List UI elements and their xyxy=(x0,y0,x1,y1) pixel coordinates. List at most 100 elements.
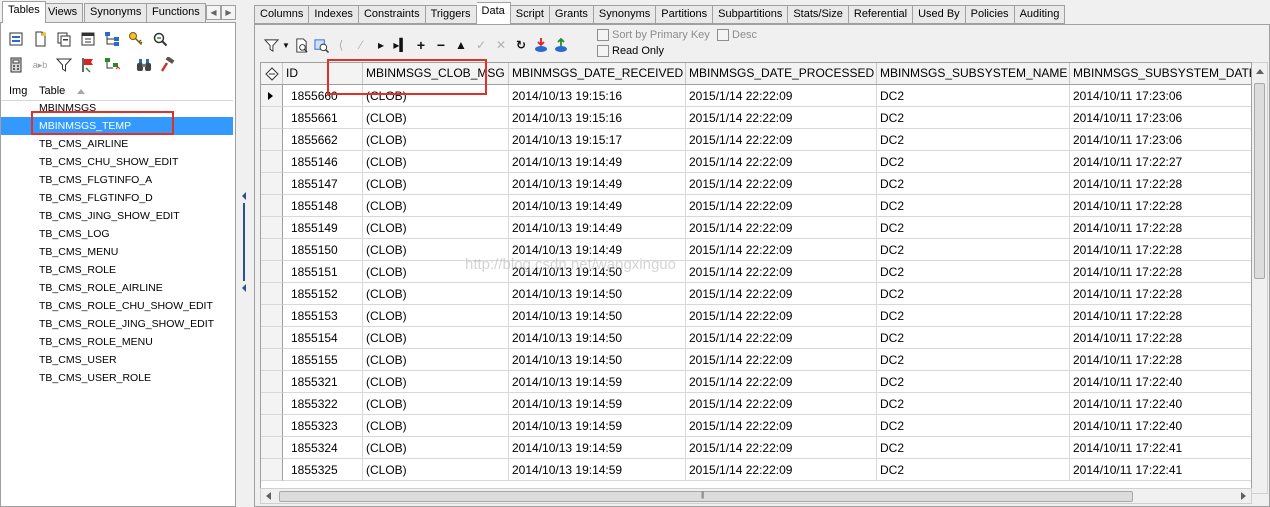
grid-cell[interactable]: (CLOB) xyxy=(363,371,509,393)
grid-cell[interactable]: 1855152 xyxy=(283,283,363,305)
grid-cell[interactable]: 1855149 xyxy=(283,217,363,239)
grid-cell[interactable]: 2015/1/14 22:22:09 xyxy=(686,327,877,349)
grid-cell[interactable]: 2015/1/14 22:22:09 xyxy=(686,195,877,217)
filter-dropdown-icon[interactable]: ▼ xyxy=(281,34,291,56)
table-row[interactable]: 1855322 (CLOB) 2014/10/13 19:14:59 2015/1/1… xyxy=(261,393,1251,415)
grid-cell[interactable]: 2015/1/14 22:22:09 xyxy=(686,371,877,393)
grid-cell[interactable]: 2015/1/14 22:22:09 xyxy=(686,459,877,481)
filter-icon[interactable] xyxy=(261,34,281,56)
grid-cell[interactable]: 2014/10/11 17:22:40 xyxy=(1070,415,1251,437)
row-indicator[interactable] xyxy=(261,371,283,393)
scroll-up-icon[interactable] xyxy=(1256,69,1264,74)
first-record-icon[interactable]: ⟨ xyxy=(331,34,351,56)
column-header-mbinmsgs-subsystem-date-se[interactable]: MBINMSGS_SUBSYSTEM_DATE_SE xyxy=(1070,63,1251,84)
grid-cell[interactable]: 2015/1/14 22:22:09 xyxy=(686,349,877,371)
grid-cell[interactable]: DC2 xyxy=(877,129,1070,151)
horizontal-scroll-thumb[interactable] xyxy=(279,491,1133,502)
grid-cell[interactable]: DC2 xyxy=(877,415,1070,437)
row-indicator[interactable] xyxy=(261,459,283,481)
table-row[interactable]: 1855154 (CLOB) 2014/10/13 19:14:50 2015/1/1… xyxy=(261,327,1251,349)
grid-cell[interactable]: 2014/10/11 17:23:06 xyxy=(1070,129,1251,151)
grid-cell[interactable]: (CLOB) xyxy=(363,239,509,261)
grid-cell[interactable]: 1855154 xyxy=(283,327,363,349)
grid-cell[interactable]: (CLOB) xyxy=(363,437,509,459)
grid-cell[interactable]: DC2 xyxy=(877,327,1070,349)
row-indicator[interactable] xyxy=(261,107,283,129)
grid-cell[interactable]: (CLOB) xyxy=(363,459,509,481)
row-indicator[interactable] xyxy=(261,85,283,107)
grid-cell[interactable]: DC2 xyxy=(877,283,1070,305)
refresh-tree-icon[interactable] xyxy=(101,54,123,76)
row-indicator[interactable] xyxy=(261,261,283,283)
desc-checkbox[interactable]: Desc xyxy=(717,29,757,41)
grid-cell[interactable]: DC2 xyxy=(877,305,1070,327)
grid-cell[interactable]: 2014/10/13 19:14:49 xyxy=(509,217,686,239)
grid-cell[interactable]: DC2 xyxy=(877,261,1070,283)
edit-record-icon[interactable]: ▲ xyxy=(451,34,471,56)
copy-table-icon[interactable] xyxy=(53,28,75,50)
grid-cell[interactable]: 2014/10/13 19:14:50 xyxy=(509,349,686,371)
calculator-icon[interactable] xyxy=(5,54,27,76)
grid-cell[interactable]: DC2 xyxy=(877,173,1070,195)
grid-cell[interactable]: (CLOB) xyxy=(363,349,509,371)
insert-record-icon[interactable]: + xyxy=(411,34,431,56)
hammer-icon[interactable] xyxy=(157,54,179,76)
grid-cell[interactable]: 1855148 xyxy=(283,195,363,217)
column-header-mbinmsgs-date-received[interactable]: MBINMSGS_DATE_RECEIVED xyxy=(509,63,686,84)
tab-indexes[interactable]: Indexes xyxy=(309,5,359,24)
grid-cell[interactable]: 2015/1/14 22:22:09 xyxy=(686,173,877,195)
table-list-item[interactable]: TB_CMS_CHU_SHOW_EDIT xyxy=(1,153,233,171)
grid-cell[interactable]: (CLOB) xyxy=(363,173,509,195)
grid-cell[interactable]: 2014/10/11 17:22:40 xyxy=(1070,371,1251,393)
grid-cell[interactable]: (CLOB) xyxy=(363,327,509,349)
table-list-item[interactable]: TB_CMS_FLGTINFO_D xyxy=(1,189,233,207)
post-edit-icon[interactable]: ✓ xyxy=(471,34,491,56)
grid-cell[interactable]: 2014/10/11 17:22:28 xyxy=(1070,261,1251,283)
grid-cell[interactable]: 2014/10/11 17:22:28 xyxy=(1070,327,1251,349)
grid-cell[interactable]: 1855323 xyxy=(283,415,363,437)
grid-cell[interactable]: 1855322 xyxy=(283,393,363,415)
table-list-item[interactable]: TB_CMS_ROLE xyxy=(1,261,233,279)
find-data-icon[interactable] xyxy=(311,34,331,56)
tab-synonyms[interactable]: Synonyms xyxy=(593,5,657,24)
tab-stats-size[interactable]: Stats/Size xyxy=(788,5,849,24)
column-header-id[interactable]: ID xyxy=(283,63,363,84)
grid-cell[interactable]: DC2 xyxy=(877,239,1070,261)
table-list-item[interactable]: TB_CMS_ROLE_JING_SHOW_EDIT xyxy=(1,315,233,333)
grid-cell[interactable]: 2015/1/14 22:22:09 xyxy=(686,261,877,283)
grid-cell[interactable]: 2014/10/11 17:22:27 xyxy=(1070,151,1251,173)
table-list-item[interactable]: TB_CMS_FLGTINFO_A xyxy=(1,171,233,189)
schema-browser-icon[interactable] xyxy=(101,28,123,50)
table-row[interactable]: 1855148 (CLOB) 2014/10/13 19:14:49 2015/1/1… xyxy=(261,195,1251,217)
grid-cell[interactable]: 2014/10/11 17:22:41 xyxy=(1070,459,1251,481)
grid-cell[interactable]: 2015/1/14 22:22:09 xyxy=(686,129,877,151)
prior-record-icon[interactable]: ⁄ xyxy=(351,34,371,56)
table-row[interactable]: 1855153 (CLOB) 2014/10/13 19:14:50 2015/1/1… xyxy=(261,305,1251,327)
grid-cell[interactable]: 2014/10/11 17:23:06 xyxy=(1070,85,1251,107)
grid-cell[interactable]: (CLOB) xyxy=(363,305,509,327)
table-list-item[interactable]: MBINMSGS_TEMP xyxy=(1,117,233,135)
grid-cell[interactable]: DC2 xyxy=(877,459,1070,481)
panel-splitter[interactable] xyxy=(238,0,250,507)
grid-cell[interactable]: 2014/10/13 19:14:49 xyxy=(509,173,686,195)
row-indicator[interactable] xyxy=(261,173,283,195)
grid-cell[interactable]: 2014/10/13 19:14:50 xyxy=(509,261,686,283)
analyze-icon[interactable] xyxy=(149,28,171,50)
grid-cell[interactable]: DC2 xyxy=(877,217,1070,239)
describe-table-icon[interactable] xyxy=(77,28,99,50)
row-indicator[interactable] xyxy=(261,151,283,173)
table-list-item[interactable]: TB_CMS_ROLE_MENU xyxy=(1,333,233,351)
table-row[interactable]: 1855150 (CLOB) 2014/10/13 19:14:49 2015/1/1… xyxy=(261,239,1251,261)
grid-cell[interactable]: 2014/10/13 19:15:16 xyxy=(509,107,686,129)
grid-cell[interactable]: 2014/10/11 17:22:40 xyxy=(1070,393,1251,415)
table-row[interactable]: 1855146 (CLOB) 2014/10/13 19:14:49 2015/1/1… xyxy=(261,151,1251,173)
row-indicator[interactable] xyxy=(261,217,283,239)
row-indicator[interactable] xyxy=(261,129,283,151)
vertical-scrollbar[interactable] xyxy=(1252,62,1268,494)
table-list-item[interactable]: TB_CMS_USER xyxy=(1,351,233,369)
grid-cell[interactable]: 2014/10/11 17:22:28 xyxy=(1070,195,1251,217)
grid-cell[interactable]: DC2 xyxy=(877,371,1070,393)
grid-cell[interactable]: 1855662 xyxy=(283,129,363,151)
tab-synonyms[interactable]: Synonyms xyxy=(84,3,148,22)
grid-cell[interactable]: 1855153 xyxy=(283,305,363,327)
